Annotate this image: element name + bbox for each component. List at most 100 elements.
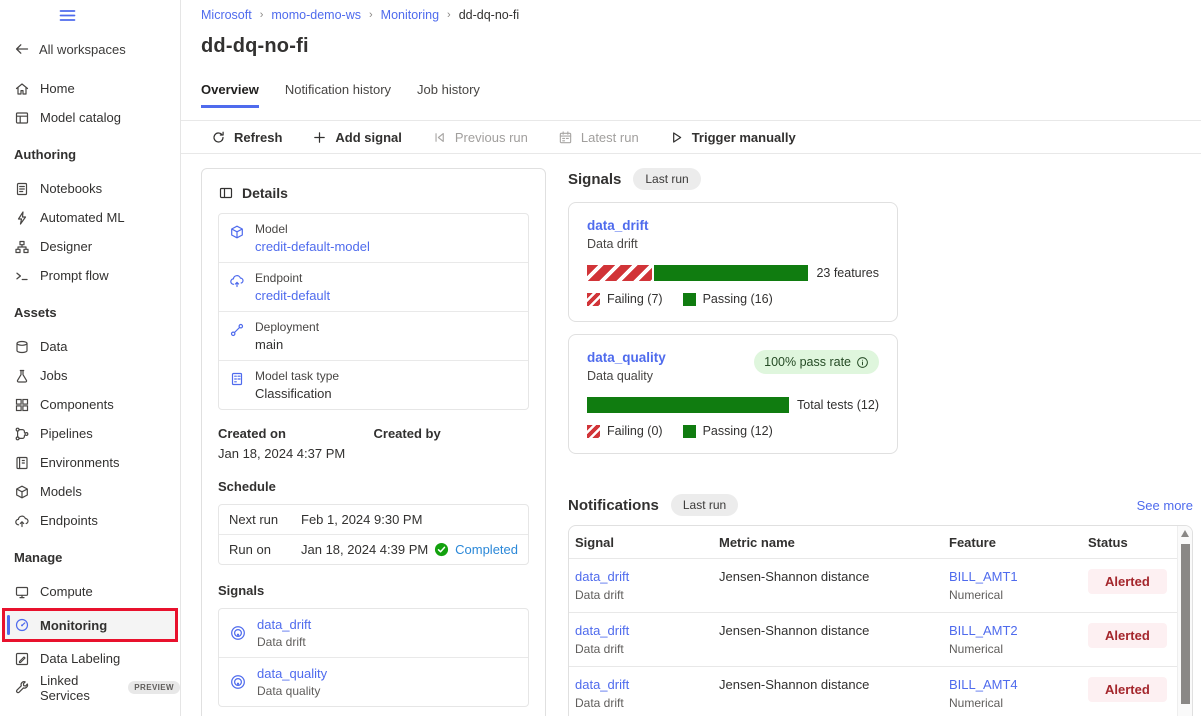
page-header: Microsoft › momo-demo-ws › Monitoring › …	[181, 0, 1201, 108]
sidebar-item-notebooks[interactable]: Notebooks	[0, 174, 180, 203]
sidebar-item-environments[interactable]: Environments	[0, 448, 180, 477]
info-icon[interactable]	[856, 356, 869, 369]
components-icon	[14, 397, 30, 413]
row-signal-sub: Data drift	[575, 696, 711, 710]
tab-notification-history[interactable]: Notification history	[285, 82, 391, 108]
row-signal-sub: Data drift	[575, 642, 711, 656]
trigger-manually-button[interactable]: Trigger manually	[669, 130, 796, 145]
row-signal-link[interactable]: data_drift	[575, 677, 711, 692]
latest-run-button[interactable]: Latest run	[558, 130, 639, 145]
sidebar-item-data[interactable]: Data	[0, 332, 180, 361]
details-row-endpoint: Endpoint credit-default	[219, 262, 528, 311]
main-content: Microsoft › momo-demo-ws › Monitoring › …	[181, 0, 1201, 716]
add-signal-button[interactable]: Add signal	[312, 130, 401, 145]
sidebar-item-jobs[interactable]: Jobs	[0, 361, 180, 390]
pipelines-icon	[14, 426, 30, 442]
sidebar-item-label: Linked Services	[40, 673, 114, 703]
linked-services-icon	[14, 680, 30, 696]
sidebar-item-components[interactable]: Components	[0, 390, 180, 419]
sidebar-item-all-workspaces[interactable]: All workspaces	[14, 41, 180, 57]
content-area: Details Model credit-default-model Endpo…	[181, 154, 1201, 716]
notifications-section: Notifications Last run See more Signal M…	[568, 494, 1193, 716]
schedule-title: Schedule	[218, 479, 529, 494]
next-run-row: Next run Feb 1, 2024 9:30 PM	[219, 505, 528, 534]
passing-label: Passing (16)	[703, 292, 773, 306]
breadcrumb-current: dd-dq-no-fi	[459, 8, 519, 22]
sidebar-item-prompt-flow[interactable]: Prompt flow	[0, 261, 180, 290]
scrollbar-thumb[interactable]	[1181, 544, 1190, 704]
sidebar-item-data-labeling[interactable]: Data Labeling	[0, 644, 180, 673]
sidebar-item-models[interactable]: Models	[0, 477, 180, 506]
bar-total-label: Total tests (12)	[797, 398, 879, 412]
sidebar-section-assets: Assets	[0, 303, 180, 323]
sidebar-item-automated-ml[interactable]: Automated ML	[0, 203, 180, 232]
row-metric: Jensen-Shannon distance	[719, 569, 949, 602]
app-window: All workspaces Home Model catalog Author…	[0, 0, 1201, 716]
endpoint-link[interactable]: credit-default	[255, 288, 330, 303]
models-icon	[14, 484, 30, 500]
tab-overview[interactable]: Overview	[201, 82, 259, 108]
deployment-label: Deployment	[255, 320, 319, 334]
sidebar-item-monitoring[interactable]: Monitoring	[5, 611, 175, 639]
scroll-up-arrow[interactable]	[1181, 530, 1189, 537]
signal-card-link[interactable]: data_drift	[587, 218, 879, 233]
created-on-value: Jan 18, 2024 4:37 PM	[218, 446, 374, 461]
sidebar-item-compute[interactable]: Compute	[0, 577, 180, 606]
sidebar-item-home[interactable]: Home	[0, 74, 180, 103]
row-metric: Jensen-Shannon distance	[719, 623, 949, 656]
refresh-button[interactable]: Refresh	[211, 130, 282, 145]
signals-section-title: Signals	[568, 171, 621, 188]
breadcrumb-monitoring[interactable]: Monitoring	[381, 8, 439, 22]
sidebar-item-linked-services[interactable]: Linked Services PREVIEW	[0, 673, 180, 702]
sidebar-item-label: Jobs	[40, 368, 67, 383]
details-title: Details	[242, 185, 288, 201]
sidebar-item-pipelines[interactable]: Pipelines	[0, 419, 180, 448]
row-feature-sub: Numerical	[949, 588, 1080, 602]
row-feature-link[interactable]: BILL_AMT2	[949, 623, 1080, 638]
add-signal-label: Add signal	[335, 130, 401, 145]
quality-stacked-bar	[587, 397, 789, 413]
table-header: Signal Metric name Feature Status	[569, 526, 1192, 558]
sidebar-item-label: Environments	[40, 455, 119, 470]
row-feature-sub: Numerical	[949, 696, 1080, 710]
row-signal-link[interactable]: data_drift	[575, 569, 711, 584]
breadcrumb-microsoft[interactable]: Microsoft	[201, 8, 252, 22]
data-icon	[14, 339, 30, 355]
breadcrumb-workspace[interactable]: momo-demo-ws	[271, 8, 361, 22]
details-row-deployment: Deployment main	[219, 311, 528, 360]
sidebar-item-label: Monitoring	[40, 618, 107, 633]
tab-job-history[interactable]: Job history	[417, 82, 480, 108]
signal-link[interactable]: data_drift	[257, 617, 311, 632]
last-run-badge: Last run	[671, 494, 738, 516]
notebooks-icon	[14, 181, 30, 197]
signal-card-data-drift: data_drift Data drift 23 features Failin…	[568, 202, 898, 322]
see-more-link[interactable]: See more	[1137, 498, 1193, 513]
model-link[interactable]: credit-default-model	[255, 239, 370, 254]
details-header: Details	[218, 185, 529, 201]
row-signal-link[interactable]: data_drift	[575, 623, 711, 638]
sidebar-item-label: Compute	[40, 584, 93, 599]
sidebar-item-label: Pipelines	[40, 426, 93, 441]
sidebar-item-label: Data	[40, 339, 67, 354]
previous-run-button[interactable]: Previous run	[432, 130, 528, 145]
details-list: Model credit-default-model Endpoint cred…	[218, 213, 529, 410]
run-status-link[interactable]: Completed	[455, 542, 518, 557]
endpoint-icon	[229, 273, 245, 289]
signal-card-link[interactable]: data_quality	[587, 350, 666, 365]
passing-swatch	[683, 293, 696, 306]
sidebar-nav: Home Model catalog Authoring Notebooks A…	[0, 74, 180, 702]
bar-total-label: 23 features	[816, 266, 879, 280]
sidebar-item-model-catalog[interactable]: Model catalog	[0, 103, 180, 132]
signal-link[interactable]: data_quality	[257, 666, 327, 681]
table-scrollbar[interactable]	[1177, 526, 1192, 716]
signal-card-data-quality: data_quality Data quality 100% pass rate	[568, 334, 898, 454]
menu-icon[interactable]	[58, 8, 180, 28]
sidebar-item-endpoints[interactable]: Endpoints	[0, 506, 180, 535]
row-feature-link[interactable]: BILL_AMT4	[949, 677, 1080, 692]
row-feature-link[interactable]: BILL_AMT1	[949, 569, 1080, 584]
sidebar-item-designer[interactable]: Designer	[0, 232, 180, 261]
arrow-left-icon	[14, 41, 30, 57]
monitoring-icon	[14, 617, 30, 633]
breadcrumb-separator: ›	[369, 9, 373, 21]
created-info: Created on Jan 18, 2024 4:37 PM Created …	[218, 426, 529, 461]
